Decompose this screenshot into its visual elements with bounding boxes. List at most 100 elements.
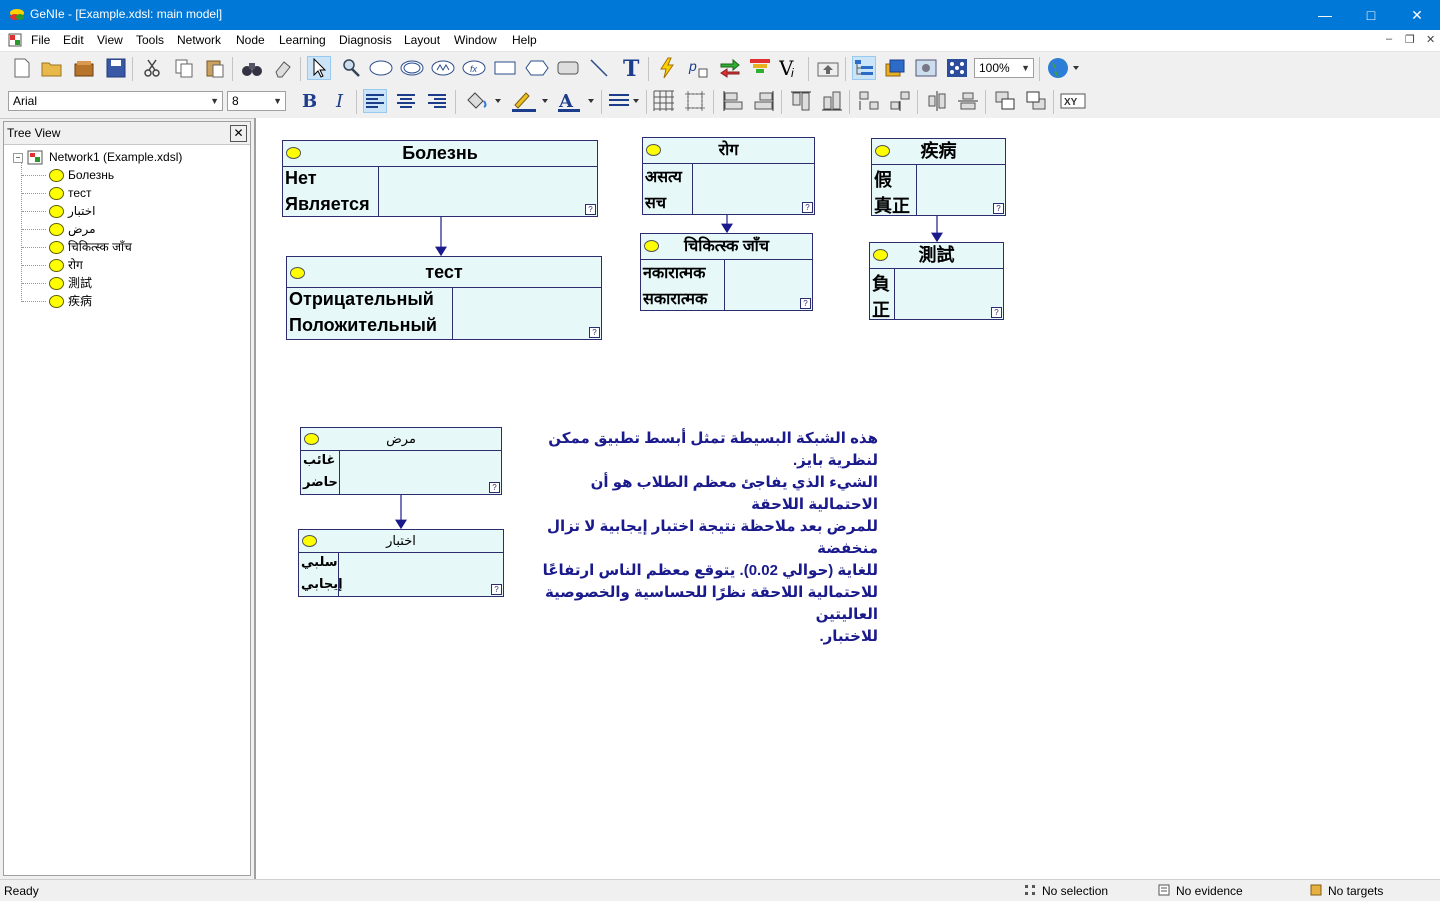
help-icon[interactable]: ? <box>993 203 1004 214</box>
help-icon[interactable]: ? <box>589 327 600 338</box>
properties-gear-icon[interactable] <box>914 56 938 80</box>
tree-root-network[interactable]: Network1 (Example.xdsl) <box>49 148 182 166</box>
center-horizontal-icon[interactable] <box>925 89 949 113</box>
help-icon[interactable]: ? <box>991 307 1002 318</box>
decision-node-tool-icon[interactable] <box>493 56 517 80</box>
node-zh-disease[interactable]: 疾病 假 真正 ? <box>871 138 1006 216</box>
menu-diagnosis[interactable]: Diagnosis <box>339 33 392 47</box>
tree-view-title: Tree View <box>7 126 61 140</box>
strength-arrows-icon[interactable] <box>718 56 742 80</box>
space-across-icon[interactable] <box>857 89 881 113</box>
node-ar-disease[interactable]: مرض غائب حاضر ? <box>300 427 502 495</box>
close-window-button[interactable]: ✕ <box>1394 0 1440 30</box>
menu-learning[interactable]: Learning <box>279 33 326 47</box>
arc-tool-icon[interactable] <box>587 56 611 80</box>
node-ru-test[interactable]: тест Отрицательный Положительный ? <box>286 256 602 340</box>
document-icon[interactable] <box>8 33 22 47</box>
collapse-icon[interactable]: − <box>13 153 23 163</box>
submodel-tool-icon[interactable] <box>556 56 580 80</box>
chance-node-tool-icon[interactable] <box>369 56 393 80</box>
minimize-button[interactable]: — <box>1302 0 1348 30</box>
open-archive-icon[interactable] <box>72 56 96 80</box>
help-icon[interactable]: ? <box>491 584 502 595</box>
menu-edit[interactable]: Edit <box>63 33 84 47</box>
node-hi-test[interactable]: चिकित्स्क जाँच नकारात्मक सकारात्मक ? <box>640 233 813 311</box>
line-color-pen-icon[interactable] <box>510 89 550 113</box>
mdi-minimize-button[interactable]: – <box>1386 33 1392 45</box>
menu-network[interactable]: Network <box>177 33 221 47</box>
snap-to-grid-icon[interactable] <box>683 89 707 113</box>
equation-node-tool-icon[interactable]: fx <box>462 56 486 80</box>
send-to-back-icon[interactable] <box>1024 89 1048 113</box>
menu-file[interactable]: File <box>31 33 50 47</box>
zoom-select[interactable]: 100% ▼ <box>974 58 1034 78</box>
svg-text:B: B <box>302 91 316 111</box>
align-right-nodes-icon[interactable] <box>752 89 776 113</box>
menu-help[interactable]: Help <box>512 33 537 47</box>
update-lightning-icon[interactable] <box>655 56 679 80</box>
grid-icon[interactable] <box>652 89 676 113</box>
menu-view[interactable]: View <box>97 33 123 47</box>
line-width-icon[interactable] <box>607 89 641 113</box>
bold-icon[interactable]: B <box>296 89 320 113</box>
copy-icon[interactable] <box>172 56 196 80</box>
select-pointer-icon[interactable] <box>307 56 331 80</box>
case-manager-icon[interactable] <box>883 56 907 80</box>
text-tool-icon[interactable]: T <box>619 56 643 80</box>
close-icon[interactable]: ✕ <box>230 125 247 142</box>
font-color-icon[interactable]: A <box>556 89 596 113</box>
font-family-select[interactable]: Arial ▼ <box>8 91 223 111</box>
font-size-select[interactable]: 8 ▼ <box>227 91 286 111</box>
center-vertical-icon[interactable] <box>956 89 980 113</box>
align-bottom-nodes-icon[interactable] <box>820 89 844 113</box>
bring-to-front-icon[interactable] <box>993 89 1017 113</box>
align-left-icon[interactable] <box>363 89 387 113</box>
value-of-information-icon[interactable]: Vi <box>779 56 803 80</box>
network-canvas[interactable]: Болезнь Нет Является ? тест Отрицательны… <box>254 118 1440 879</box>
utility-node-tool-icon[interactable] <box>525 56 549 80</box>
align-center-icon[interactable] <box>394 89 418 113</box>
node-ar-test[interactable]: اختبار سلبي إيجابي ? <box>298 529 504 597</box>
tree-connector <box>22 283 46 284</box>
deterministic-node-tool-icon[interactable] <box>400 56 424 80</box>
align-left-nodes-icon[interactable] <box>721 89 745 113</box>
eraser-icon[interactable] <box>271 56 295 80</box>
align-top-nodes-icon[interactable] <box>789 89 813 113</box>
help-icon[interactable]: ? <box>489 482 500 493</box>
mdi-close-button[interactable]: ✕ <box>1426 33 1435 46</box>
menu-layout[interactable]: Layout <box>404 33 440 47</box>
menu-node[interactable]: Node <box>236 33 265 47</box>
align-right-icon[interactable] <box>425 89 449 113</box>
font-size-value: 8 <box>232 94 239 108</box>
node-hi-disease[interactable]: रोग असत्य सच ? <box>642 137 815 215</box>
mdi-restore-button[interactable]: ❐ <box>1405 33 1415 46</box>
open-folder-icon[interactable] <box>40 56 64 80</box>
network-grid-icon[interactable] <box>945 56 969 80</box>
maximize-button[interactable]: □ <box>1348 0 1394 30</box>
tree-view-toggle-icon[interactable] <box>852 56 876 80</box>
help-icon[interactable]: ? <box>802 202 813 213</box>
xy-coordinates-icon[interactable]: XY <box>1060 89 1086 113</box>
status-bar: Ready No selection No evidence No target… <box>0 879 1440 901</box>
menu-tools[interactable]: Tools <box>136 33 164 47</box>
italic-icon[interactable]: I <box>328 89 352 113</box>
find-binoculars-icon[interactable] <box>240 56 264 80</box>
cut-icon[interactable] <box>140 56 164 80</box>
save-icon[interactable] <box>104 56 128 80</box>
node-zh-test[interactable]: 測試 負 正 ? <box>869 242 1004 320</box>
node-ru-disease[interactable]: Болезнь Нет Является ? <box>282 140 598 217</box>
sensitivity-icon[interactable] <box>748 56 772 80</box>
text-annotation[interactable]: هذه الشبكة البسيطة تمثل أبسط تطبيق ممكن … <box>526 428 878 648</box>
noisy-max-tool-icon[interactable] <box>431 56 455 80</box>
paste-icon[interactable] <box>203 56 227 80</box>
submodel-up-icon[interactable] <box>816 56 840 80</box>
fill-color-bucket-icon[interactable] <box>463 89 503 113</box>
probability-icon[interactable]: p <box>686 56 710 80</box>
help-icon[interactable]: ? <box>585 204 596 215</box>
globe-language-icon[interactable] <box>1046 56 1082 80</box>
help-icon[interactable]: ? <box>800 298 811 309</box>
magnifier-icon[interactable] <box>339 56 363 80</box>
menu-window[interactable]: Window <box>454 33 497 47</box>
new-file-icon[interactable] <box>10 56 34 80</box>
space-down-icon[interactable] <box>888 89 912 113</box>
